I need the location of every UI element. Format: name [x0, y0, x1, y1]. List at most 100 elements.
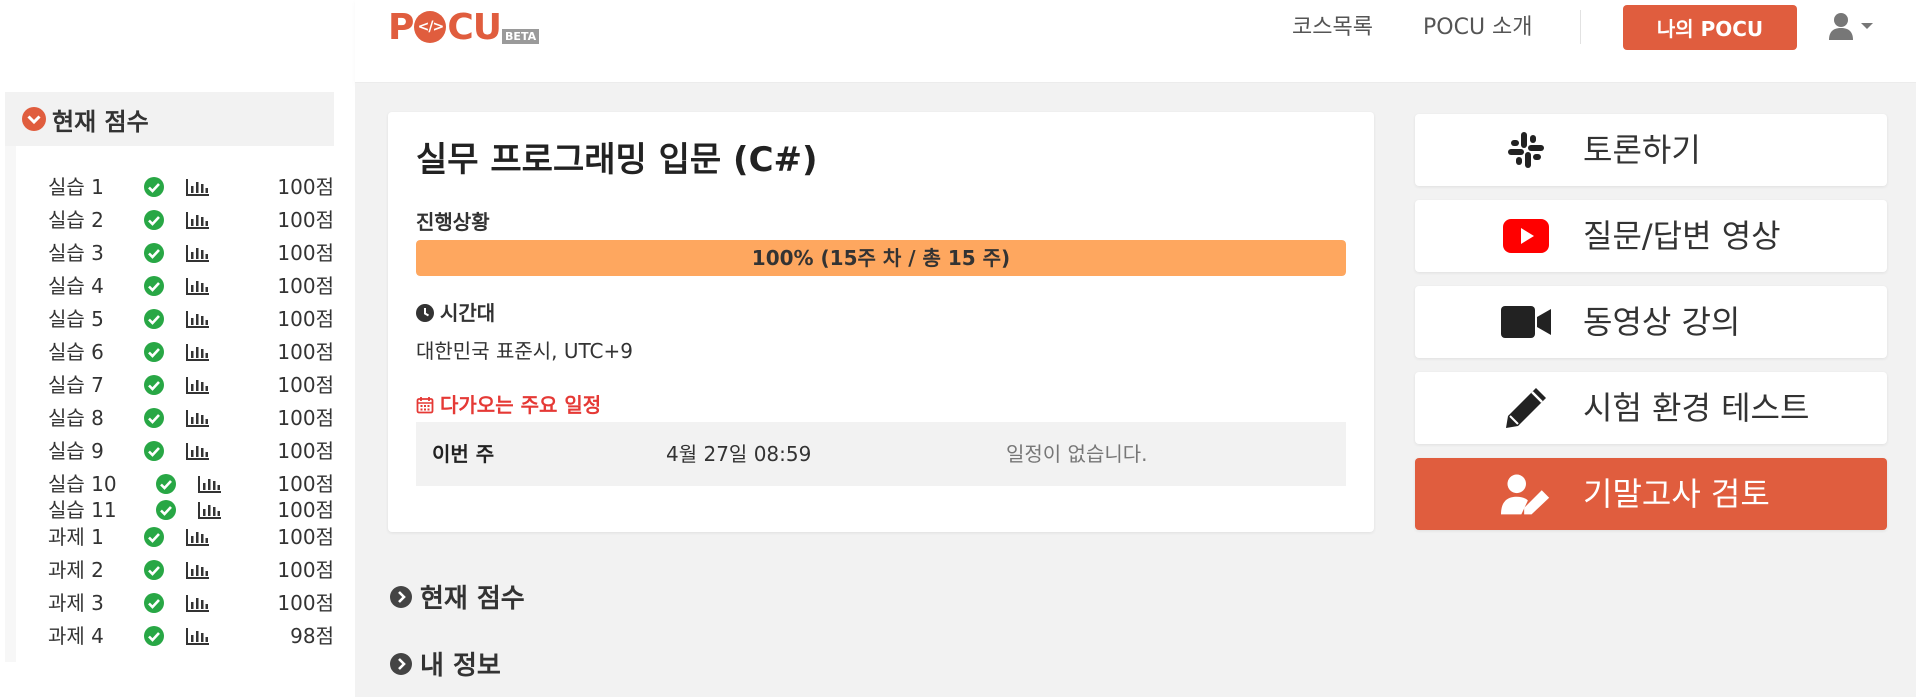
bar-chart-icon[interactable] [186, 409, 210, 431]
score-sidebar-header[interactable]: 현재 점수 [5, 92, 334, 146]
course-title: 실무 프로그래밍 입문 (C#) [416, 140, 818, 180]
user-icon [1829, 13, 1853, 40]
timezone-value: 대한민국 표준시, UTC+9 [416, 339, 634, 363]
schedule-label-text: 다가오는 주요 일정 [440, 393, 602, 417]
score-row-value: 100점 [277, 175, 334, 199]
score-row-value: 100점 [277, 307, 334, 331]
score-row-label: 과제 4 [48, 624, 104, 648]
timezone-label: 시간대 [416, 298, 495, 328]
score-sidebar: 현재 점수 실습 1 100점 실습 2 100점 실습 3 100점 실습 4 100점 실습… [5, 92, 334, 662]
score-row-label: 실습 4 [48, 274, 104, 298]
schedule-week: 이번 주 [432, 442, 495, 466]
score-row: 실습 6 100점 [16, 337, 334, 367]
qa-video-button[interactable]: 질문/답변 영상 [1415, 200, 1887, 272]
score-row: 실습 5 100점 [16, 304, 334, 334]
check-circle-icon [144, 527, 164, 547]
score-row: 실습 9 100점 [16, 436, 334, 466]
bar-chart-icon[interactable] [198, 475, 222, 497]
bar-chart-icon[interactable] [186, 376, 210, 398]
score-row: 과제 4 98점 [16, 621, 334, 651]
score-row: 과제 2 100점 [16, 555, 334, 585]
final-exam-review-button[interactable]: 기말고사 검토 [1415, 458, 1887, 530]
clock-icon [416, 304, 434, 322]
bar-chart-icon[interactable] [186, 211, 210, 233]
nav-divider [1580, 10, 1581, 44]
score-row-value: 100점 [277, 373, 334, 397]
score-row-value: 100점 [277, 406, 334, 430]
video-camera-icon [1501, 302, 1551, 342]
check-circle-icon [144, 626, 164, 646]
bar-chart-icon[interactable] [198, 501, 222, 523]
check-circle-icon [144, 243, 164, 263]
section-toggle-current-score[interactable]: 현재 점수 [390, 578, 525, 615]
score-row-label: 과제 2 [48, 558, 104, 582]
user-edit-icon [1501, 474, 1551, 515]
progress-text: 100% (15주 차 / 총 15 주) [751, 246, 1011, 270]
course-card: 실무 프로그래밍 입문 (C#) 진행상황 100% (15주 차 / 총 15… [388, 112, 1374, 532]
bar-chart-icon[interactable] [186, 343, 210, 365]
discussion-label: 토론하기 [1583, 131, 1701, 169]
score-row: 실습 11 100점 [16, 495, 334, 525]
bar-chart-icon[interactable] [186, 244, 210, 266]
score-row-value: 100점 [277, 208, 334, 232]
section-label-my-info: 내 정보 [420, 651, 501, 681]
score-row-label: 실습 9 [48, 439, 104, 463]
youtube-icon [1501, 216, 1551, 256]
score-row-label: 실습 5 [48, 307, 104, 331]
timezone-label-text: 시간대 [440, 301, 496, 325]
final-exam-review-label: 기말고사 검토 [1583, 475, 1770, 513]
score-list: 실습 1 100점 실습 2 100점 실습 3 100점 실습 4 100점 실습 5 100점… [16, 146, 334, 662]
video-lecture-button[interactable]: 동영상 강의 [1415, 286, 1887, 358]
section-toggle-my-info[interactable]: 내 정보 [390, 645, 501, 682]
caret-down-icon [1861, 23, 1873, 29]
score-row-value: 100점 [277, 340, 334, 364]
score-row: 실습 1 100점 [16, 172, 334, 202]
bar-chart-icon[interactable] [186, 561, 210, 583]
bar-chart-icon[interactable] [186, 310, 210, 332]
nav-course-list[interactable]: 코스목록 [1292, 13, 1373, 43]
bar-chart-icon[interactable] [186, 442, 210, 464]
nav-about-pocu[interactable]: POCU 소개 [1423, 13, 1533, 43]
check-circle-icon [144, 276, 164, 296]
discussion-button[interactable]: 토론하기 [1415, 114, 1887, 186]
chevron-right-circle-icon [390, 652, 412, 675]
user-menu-toggle[interactable] [1828, 12, 1874, 40]
video-lecture-label: 동영상 강의 [1583, 303, 1741, 341]
score-row: 실습 8 100점 [16, 403, 334, 433]
score-row-label: 실습 2 [48, 208, 104, 232]
score-row-label: 실습 1 [48, 175, 104, 199]
check-circle-icon [156, 500, 176, 520]
calendar-icon [416, 397, 434, 414]
score-row-value: 100점 [277, 558, 334, 582]
bar-chart-icon[interactable] [186, 594, 210, 616]
score-row: 과제 3 100점 [16, 588, 334, 618]
bar-chart-icon[interactable] [186, 178, 210, 200]
my-pocu-button[interactable]: 나의 POCU [1623, 5, 1797, 50]
score-row-value: 100점 [277, 591, 334, 615]
score-row-value: 100점 [277, 498, 334, 522]
score-row: 실습 2 100점 [16, 205, 334, 235]
beta-badge: BETA [502, 29, 540, 44]
progress-bar: 100% (15주 차 / 총 15 주) [416, 240, 1346, 276]
score-row-label: 실습 8 [48, 406, 104, 430]
chevron-down-circle-icon [22, 107, 46, 131]
schedule-date: 4월 27일 08:59 [666, 442, 812, 466]
score-row-label: 실습 11 [48, 498, 117, 522]
score-row-label: 실습 3 [48, 241, 104, 265]
bar-chart-icon[interactable] [186, 277, 210, 299]
score-row-label: 과제 3 [48, 591, 104, 615]
logo-text: P </> CU [388, 7, 502, 48]
exam-env-test-button[interactable]: 시험 환경 테스트 [1415, 372, 1887, 444]
score-row-label: 과제 1 [48, 525, 104, 549]
score-row: 실습 4 100점 [16, 271, 334, 301]
logo-code-icon: </> [414, 11, 447, 43]
exam-env-test-label: 시험 환경 테스트 [1583, 389, 1810, 427]
check-circle-icon [144, 593, 164, 613]
bar-chart-icon[interactable] [186, 528, 210, 550]
pencil-icon [1501, 388, 1551, 428]
score-row-value: 100점 [277, 274, 334, 298]
check-circle-icon [144, 210, 164, 230]
pocu-logo[interactable]: P </> CU BETA [388, 7, 540, 48]
score-row-value: 100점 [277, 525, 334, 549]
bar-chart-icon[interactable] [186, 627, 210, 649]
